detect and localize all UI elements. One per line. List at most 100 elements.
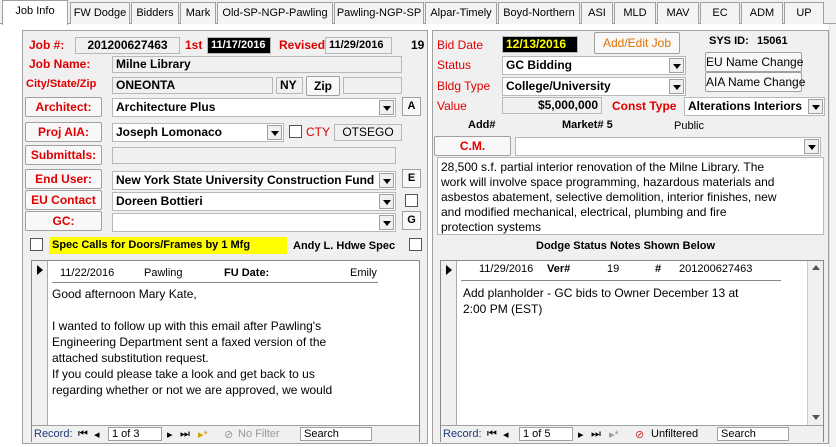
chevron-down-icon[interactable] xyxy=(379,194,394,209)
sys-id-value: 15061 xyxy=(757,35,788,47)
next-record-icon[interactable]: ▸ xyxy=(167,428,173,441)
gc-button[interactable]: GC: xyxy=(25,211,102,231)
submittals-field[interactable] xyxy=(112,147,396,164)
new-record-icon[interactable]: ▸* xyxy=(609,428,619,441)
city-field[interactable]: ONEONTA xyxy=(112,77,273,94)
filter-icon[interactable]: ⊘ xyxy=(635,428,644,441)
value-field[interactable]: $5,000,000 xyxy=(502,97,602,114)
note-date: 11/22/2016 xyxy=(60,267,115,279)
tab-ec[interactable]: EC xyxy=(700,2,740,24)
tab-asi[interactable]: ASI xyxy=(581,2,613,24)
record-selector[interactable] xyxy=(441,261,457,441)
dodge-notes-scrollbar[interactable] xyxy=(807,261,823,425)
record-selector[interactable] xyxy=(32,261,48,441)
first-record-icon[interactable]: ⏮ xyxy=(78,428,88,441)
prev-record-icon[interactable]: ◂ xyxy=(94,428,100,441)
bldg-type-combo[interactable]: College/University xyxy=(502,77,686,96)
search-box[interactable]: Search xyxy=(717,427,789,441)
add-edit-job-button[interactable]: Add/Edit Job xyxy=(594,32,680,54)
architect-button[interactable]: Architect: xyxy=(25,97,102,117)
proj-aia-checkbox[interactable] xyxy=(289,125,302,138)
tab-mark[interactable]: Mark xyxy=(180,2,216,24)
sys-id-label: SYS ID: xyxy=(709,35,749,47)
chevron-down-icon[interactable] xyxy=(379,215,394,230)
job-number-field[interactable]: 201200627463 xyxy=(75,37,180,54)
chevron-down-icon[interactable] xyxy=(808,99,823,114)
tab-fw-dodge[interactable]: FW Dodge xyxy=(70,2,130,24)
scroll-down-icon[interactable] xyxy=(808,410,823,425)
record-position[interactable]: 1 of 3 xyxy=(108,427,162,441)
state-field[interactable]: NY xyxy=(276,77,303,94)
note-divider xyxy=(52,282,378,283)
job-name-field[interactable]: Milne Library xyxy=(112,56,402,73)
chevron-down-icon[interactable] xyxy=(669,58,684,73)
eu-contact-value: Doreen Bottieri xyxy=(116,194,203,208)
gc-combo[interactable] xyxy=(112,213,396,232)
bid-date-field[interactable]: 12/13/2016 xyxy=(502,36,578,53)
eu-contact-button[interactable]: EU Contact xyxy=(25,190,102,210)
hdwe-spec-checkbox[interactable] xyxy=(409,238,422,251)
end-user-button[interactable]: End User: xyxy=(25,169,102,189)
tab-mld[interactable]: MLD xyxy=(614,2,656,24)
bldg-type-label: Bldg Type xyxy=(437,79,491,93)
tab-alpar-timely[interactable]: Alpar-Timely xyxy=(425,2,497,24)
eu-contact-checkbox[interactable] xyxy=(405,194,418,207)
next-record-icon[interactable]: ▸ xyxy=(578,428,584,441)
eu-contact-combo[interactable]: Doreen Bottieri xyxy=(112,192,396,211)
new-record-icon[interactable]: ▸* xyxy=(198,428,208,441)
county-field[interactable]: OTSEGO xyxy=(334,124,402,141)
chevron-down-icon[interactable] xyxy=(379,173,394,188)
note-body[interactable]: Good afternoon Mary Kate, I wanted to fo… xyxy=(52,286,382,398)
bldg-type-value: College/University xyxy=(506,79,611,93)
scroll-up-icon[interactable] xyxy=(808,261,823,276)
prev-record-icon[interactable]: ◂ xyxy=(503,428,509,441)
filter-status[interactable]: Unfiltered xyxy=(651,428,698,440)
proj-aia-combo[interactable]: Joseph Lomonaco xyxy=(112,123,284,142)
chevron-down-icon[interactable] xyxy=(267,125,282,140)
spec-calls-label: Spec Calls for Doors/Frames by 1 Mfg xyxy=(49,237,287,254)
proj-aia-button[interactable]: Proj AIA: xyxy=(25,122,102,142)
dodge-note-body[interactable]: Add planholder - GC bids to Owner Decemb… xyxy=(463,285,793,317)
submittals-button[interactable]: Submittals: xyxy=(25,145,102,165)
tab-boyd-northern[interactable]: Boyd-Northern xyxy=(498,2,580,24)
tab-up[interactable]: UP xyxy=(784,2,824,24)
filter-icon[interactable]: ⊘ xyxy=(224,428,233,441)
chevron-down-icon[interactable] xyxy=(804,139,819,154)
eu-name-change-button[interactable]: EU Name Change xyxy=(705,52,803,72)
tab-bidders[interactable]: Bidders xyxy=(131,2,179,24)
revised-date-field[interactable]: 11/29/2016 xyxy=(325,37,392,54)
hdwe-spec-label: Andy L. Hdwe Spec xyxy=(293,240,396,252)
tab-pawling-ngp-sp[interactable]: Pawling-NGP-SP xyxy=(334,2,424,24)
tab-old-sp-ngp-pawling[interactable]: Old-SP-NGP-Pawling xyxy=(217,2,333,24)
zip-button[interactable]: Zip xyxy=(306,76,340,96)
filter-status[interactable]: No Filter xyxy=(238,428,280,440)
first-record-icon[interactable]: ⏮ xyxy=(487,428,497,441)
architect-a-button[interactable]: A xyxy=(402,97,421,116)
aia-name-change-button[interactable]: AIA Name Change xyxy=(705,72,805,92)
end-user-e-button[interactable]: E xyxy=(402,169,421,188)
window-scrollbar[interactable] xyxy=(829,24,836,447)
architect-combo[interactable]: Architecture Plus xyxy=(112,98,396,117)
last-record-icon[interactable]: ⏭ xyxy=(180,428,190,441)
tab-job-info[interactable]: Job Info xyxy=(2,0,68,25)
value-label: Value xyxy=(437,99,467,113)
chevron-down-icon[interactable] xyxy=(379,100,394,115)
spec-calls-checkbox[interactable] xyxy=(30,238,43,251)
search-box[interactable]: Search xyxy=(300,427,372,441)
cm-combo[interactable] xyxy=(515,137,821,156)
status-combo[interactable]: GC Bidding xyxy=(502,56,686,75)
project-description-box[interactable]: 28,500 s.f. partial interior renovation … xyxy=(437,157,824,235)
record-navigation: Record: ⏮ ◂ 1 of 3 ▸ ⏭ ▸* ⊘ No Filter Se… xyxy=(32,425,419,442)
first-date-field[interactable]: 11/17/2016 xyxy=(207,37,271,54)
tab-adm[interactable]: ADM xyxy=(741,2,783,24)
zip-field[interactable] xyxy=(343,77,402,94)
record-position[interactable]: 1 of 5 xyxy=(519,427,573,441)
job-number-label: Job #: xyxy=(29,38,65,52)
last-record-icon[interactable]: ⏭ xyxy=(591,428,601,441)
chevron-down-icon[interactable] xyxy=(669,79,684,94)
end-user-combo[interactable]: New York State University Construction F… xyxy=(112,171,396,190)
const-type-combo[interactable]: Alterations Interiors xyxy=(684,97,825,116)
gc-g-button[interactable]: G xyxy=(402,211,421,230)
cm-button[interactable]: C.M. xyxy=(434,136,511,156)
tab-mav[interactable]: MAV xyxy=(657,2,699,24)
